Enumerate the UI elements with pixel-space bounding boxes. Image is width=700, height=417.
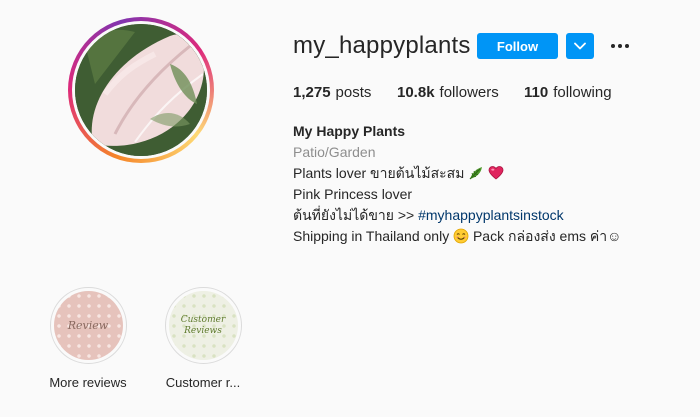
highlight-more-reviews[interactable]: Review More reviews — [38, 287, 138, 390]
followers-label: followers — [439, 84, 499, 101]
bio-line-text: Plants lover ขายต้นไม้สะสม — [293, 165, 465, 181]
bio-line: Shipping in Thailand only Pack กล่องส่ง … — [293, 226, 621, 247]
posts-stat: 1,275 posts — [293, 84, 397, 101]
highlight-cover: Customer Reviews — [168, 291, 238, 360]
profile-display-name: My Happy Plants — [293, 123, 406, 139]
highlight-customer-reviews[interactable]: Customer Reviews Customer r... — [153, 287, 253, 390]
bio-line-text: Shipping in Thailand only — [293, 228, 454, 244]
posts-label: posts — [335, 84, 372, 101]
highlight-cover-text: Customer Reviews — [181, 315, 226, 337]
following-link[interactable]: 110 following — [524, 84, 612, 101]
highlight-cover: Review — [53, 291, 123, 360]
bio-line-text: ต้นที่ยังไม่ได้ขาย >> — [293, 207, 419, 223]
leaf-photo-illustration — [75, 24, 207, 156]
highlight-label: Customer r... — [165, 375, 241, 390]
profile-avatar[interactable] — [68, 17, 214, 163]
profile-username: my_happyplants — [293, 32, 471, 59]
suggested-accounts-button[interactable] — [566, 33, 594, 59]
bio-line: ต้นที่ยังไม่ได้ขาย >> #myhappyplantsinst… — [293, 205, 621, 226]
profile-bio: My Happy Plants Patio/Garden Plants love… — [293, 121, 621, 247]
more-options-icon — [618, 44, 622, 48]
smile-emoji-icon — [453, 228, 469, 244]
highlight-cover-text: Review — [67, 319, 109, 332]
highlight-cover-text-line: Customer — [180, 314, 226, 325]
highlight-ring: Customer Reviews — [164, 287, 242, 364]
chevron-down-icon — [574, 42, 586, 50]
highlight-cover-text-line: Reviews — [184, 325, 222, 336]
bio-line: Plants lover ขายต้นไม้สะสม — [293, 163, 621, 184]
hashtag-link[interactable]: #myhappyplantsinstock — [418, 207, 564, 223]
bio-line-text: Pack กล่องส่ง ems ค่า☺ — [472, 228, 622, 244]
following-label: following — [553, 84, 612, 101]
followers-link[interactable]: 10.8k followers — [397, 84, 524, 101]
follow-button[interactable]: Follow — [477, 33, 558, 59]
leaf-emoji-icon — [469, 167, 483, 180]
bio-line: Pink Princess lover — [293, 186, 413, 202]
following-count: 110 — [524, 84, 549, 101]
profile-category: Patio/Garden — [293, 144, 376, 160]
heart-emoji-icon — [488, 166, 504, 180]
avatar-photo — [75, 24, 207, 156]
highlight-label: More reviews — [49, 375, 127, 390]
highlight-ring: Review — [49, 287, 127, 364]
more-options-button[interactable] — [608, 35, 632, 57]
more-options-icon — [611, 44, 615, 48]
posts-count: 1,275 — [293, 84, 331, 101]
profile-stats: 1,275 posts 10.8k followers 110 followin… — [293, 84, 612, 101]
followers-count: 10.8k — [397, 84, 435, 101]
more-options-icon — [625, 44, 629, 48]
avatar-border — [72, 21, 210, 159]
